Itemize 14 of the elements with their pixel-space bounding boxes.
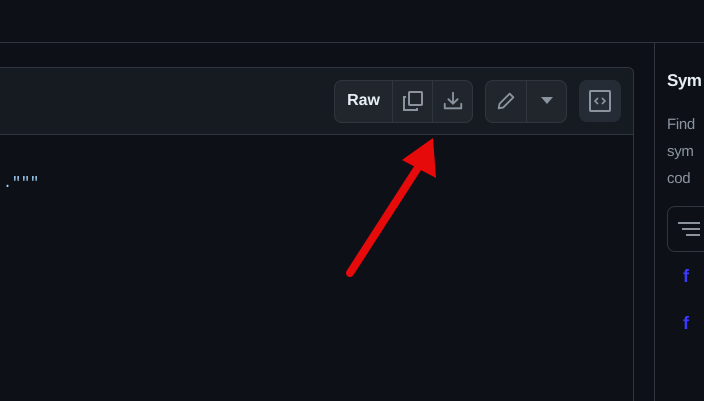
filter-icon [678, 222, 700, 236]
symbols-button[interactable] [579, 80, 621, 122]
copy-icon [400, 89, 424, 113]
description-line: Find [667, 115, 696, 135]
description-line: cod [667, 169, 692, 189]
panel-title: Sym [667, 71, 702, 91]
symbol-item[interactable]: f [683, 313, 704, 334]
caret-icon [540, 97, 552, 105]
description-line: sym [667, 142, 695, 162]
code-line: .""" [3, 175, 40, 192]
pencil-icon [495, 90, 517, 112]
code-square-icon [588, 89, 612, 113]
symbol-item[interactable]: f [683, 266, 704, 287]
download-icon [442, 90, 464, 112]
